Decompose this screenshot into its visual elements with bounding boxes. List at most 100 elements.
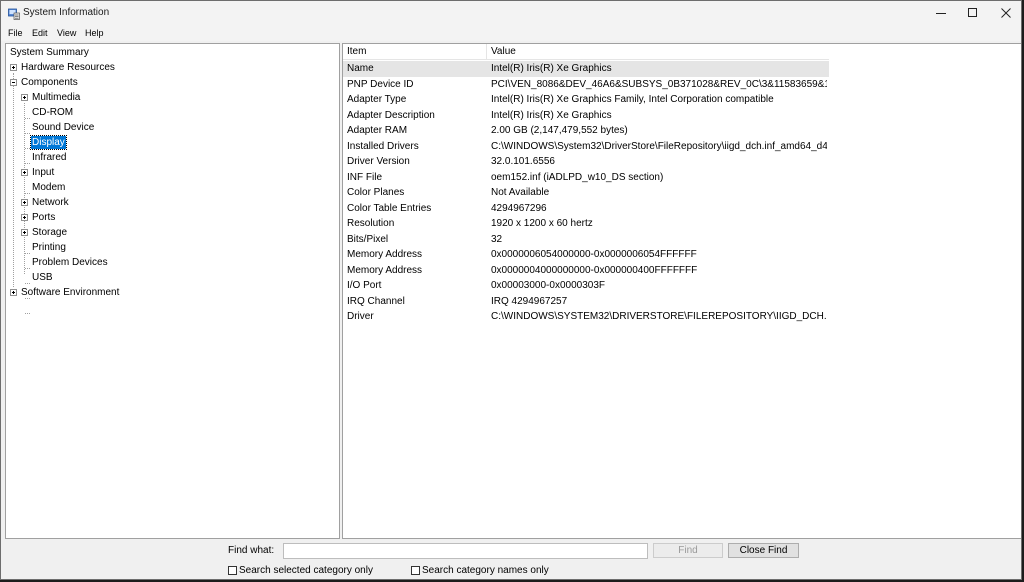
tree-item-label: Hardware Resources	[21, 62, 115, 73]
details-item-cell: Driver	[347, 311, 374, 322]
details-row[interactable]: Resolution 1920 x 1200 x 60 hertz	[343, 216, 829, 232]
search-selected-category-only-label: Search selected category only	[239, 565, 373, 576]
minimize-button[interactable]	[924, 1, 958, 27]
collapse-minus-icon[interactable]	[10, 79, 17, 86]
details-value-cell: IRQ 4294967257	[491, 295, 568, 307]
details-row[interactable]: Color Planes Not Available	[343, 185, 829, 201]
details-value-cell: Intel(R) Iris(R) Xe Graphics	[491, 63, 612, 74]
details-item-cell: Color Table Entries	[347, 202, 432, 214]
menu-edit[interactable]: Edit	[32, 27, 48, 39]
details-item-cell: Installed Drivers	[347, 140, 419, 152]
details-value-cell: 32	[491, 233, 503, 245]
tree-item-label: Software Environment	[21, 287, 120, 298]
expand-plus-icon[interactable]	[21, 199, 28, 206]
tree-item-label: Input	[32, 167, 55, 178]
details-row[interactable]: Name Intel(R) Iris(R) Xe Graphics	[343, 61, 829, 77]
expand-plus-icon[interactable]	[10, 64, 17, 71]
expand-plus-icon[interactable]	[21, 94, 28, 101]
expand-plus-icon[interactable]	[10, 289, 17, 296]
details-row[interactable]: PNP Device ID PCI\VEN_8086&DEV_46A6&SUBSY…	[343, 77, 829, 93]
details-value-cell: 2.00 GB (2,147,479,552 bytes)	[491, 125, 628, 136]
tree-item-label: Printing	[32, 242, 66, 253]
details-row[interactable]: Adapter Type Intel(R) Iris(R) Xe Graphics…	[343, 92, 829, 108]
tree-item-label: Ports	[32, 212, 56, 223]
tree-item-label: CD-ROM	[32, 107, 74, 118]
expand-plus-icon[interactable]	[21, 214, 28, 221]
tree-item-label: System Summary	[10, 47, 89, 58]
menu-help[interactable]: Help	[85, 27, 104, 39]
details-item-cell: INF File	[347, 171, 382, 183]
details-item-cell: Memory Address	[347, 264, 423, 276]
details-item-cell: Adapter Description	[347, 109, 435, 121]
details-item-cell: Bits/Pixel	[347, 233, 389, 245]
details-row[interactable]: Adapter RAM 2.00 GB (2,147,479,552 bytes)	[343, 123, 829, 139]
menu-file[interactable]: File	[8, 27, 23, 39]
details-item-cell: Resolution	[347, 218, 395, 229]
details-value-cell: 0x0000004000000000-0x000000400FFFFFFF	[491, 264, 698, 276]
maximize-button[interactable]	[956, 1, 990, 27]
tree-connector-line	[25, 253, 30, 254]
details-row[interactable]: Color Table Entries 4294967296	[343, 201, 829, 217]
tree-item-label: Sound Device	[32, 122, 95, 133]
close-find-button[interactable]: Close Find	[728, 543, 799, 558]
details-item-cell: PNP Device ID	[347, 78, 414, 90]
expand-plus-icon[interactable]	[21, 169, 28, 176]
tree-connector-line	[13, 73, 14, 287]
details-item-cell: Adapter Type	[347, 94, 407, 105]
details-row[interactable]: I/O Port 0x00003000-0x0000303F	[343, 278, 829, 294]
details-row[interactable]: INF File oem152.inf (iADLPD_w10_DS sectio…	[343, 170, 829, 186]
details-list[interactable]: Item Value Name Intel(R) Iris(R) Xe Graph…	[342, 43, 1021, 539]
find-button[interactable]: Find	[653, 543, 723, 558]
tree-item-label: Multimedia	[32, 92, 81, 103]
details-value-cell: 1920 x 1200 x 60 hertz	[491, 218, 593, 229]
details-value-cell: Not Available	[491, 187, 550, 198]
details-row[interactable]: Memory Address 0x0000004000000000-0x00000…	[343, 263, 829, 279]
system-information-icon	[8, 8, 20, 20]
column-header-value[interactable]: Value	[487, 44, 827, 60]
tree-item-label: USB	[32, 272, 53, 283]
title-bar[interactable]: System Information	[1, 1, 1021, 27]
column-header-item[interactable]: Item	[343, 44, 486, 60]
details-row[interactable]: Adapter Description Intel(R) Iris(R) Xe G…	[343, 108, 829, 124]
tree-item-label: Infrared	[32, 152, 67, 163]
details-item-cell: IRQ Channel	[347, 295, 405, 307]
search-selected-category-only-checkbox[interactable]	[228, 566, 237, 575]
search-selected-category-only-option[interactable]: Search selected category only	[228, 564, 398, 578]
details-row[interactable]: IRQ Channel IRQ 4294967257	[343, 294, 829, 310]
search-category-names-only-checkbox[interactable]	[411, 566, 420, 575]
find-what-input[interactable]	[283, 543, 648, 559]
details-item-cell: I/O Port	[347, 280, 382, 291]
details-value-cell: 32.0.101.6556	[491, 156, 555, 167]
details-row[interactable]: Driver Version 32.0.101.6556	[343, 154, 829, 170]
tree-item-label: Storage	[32, 227, 68, 238]
details-value-cell: PCI\VEN_8086&DEV_46A6&SUBSYS_0B371028&RE…	[491, 78, 827, 90]
category-tree[interactable]: System Summary Hardware Resources Compon…	[5, 43, 340, 539]
minimize-icon	[936, 8, 946, 21]
details-item-cell: Driver Version	[347, 156, 410, 167]
details-row[interactable]: Driver C:\WINDOWS\SYSTEM32\DRIVERSTORE\FI…	[343, 309, 829, 325]
menu-view[interactable]: View	[57, 27, 76, 39]
details-value-cell: C:\WINDOWS\System32\DriverStore\FileRepo…	[491, 140, 827, 152]
details-row[interactable]: Bits/Pixel 32	[343, 232, 829, 248]
details-row[interactable]: Installed Drivers C:\WINDOWS\System32\Dri…	[343, 139, 829, 155]
maximize-icon	[968, 7, 978, 21]
find-what-label: Find what:	[228, 545, 275, 556]
search-category-names-only-option[interactable]: Search category names only	[411, 564, 571, 578]
tree-item-label: Problem Devices	[32, 257, 108, 268]
details-row[interactable]: Memory Address 0x0000006054000000-0x00000…	[343, 247, 829, 263]
close-button[interactable]	[989, 1, 1021, 27]
details-header: Item Value	[343, 44, 829, 60]
expand-plus-icon[interactable]	[21, 229, 28, 236]
tree-connector-line	[25, 163, 30, 164]
details-item-cell: Color Planes	[347, 187, 405, 198]
details-value-cell: 0x00003000-0x0000303F	[491, 280, 605, 291]
details-value-cell: 4294967296	[491, 202, 547, 214]
details-value-cell: 0x0000006054000000-0x0000006054FFFFFF	[491, 249, 697, 260]
details-item-cell: Memory Address	[347, 249, 423, 260]
system-information-window: System Information File Edit View Help S…	[0, 0, 1022, 580]
details-value-cell: Intel(R) Iris(R) Xe Graphics	[491, 109, 612, 121]
tree-connector-line	[25, 133, 30, 134]
tree-item-label: Components	[21, 77, 78, 88]
menu-bar: File Edit View Help	[1, 27, 1021, 41]
tree-connector-line	[25, 148, 30, 149]
